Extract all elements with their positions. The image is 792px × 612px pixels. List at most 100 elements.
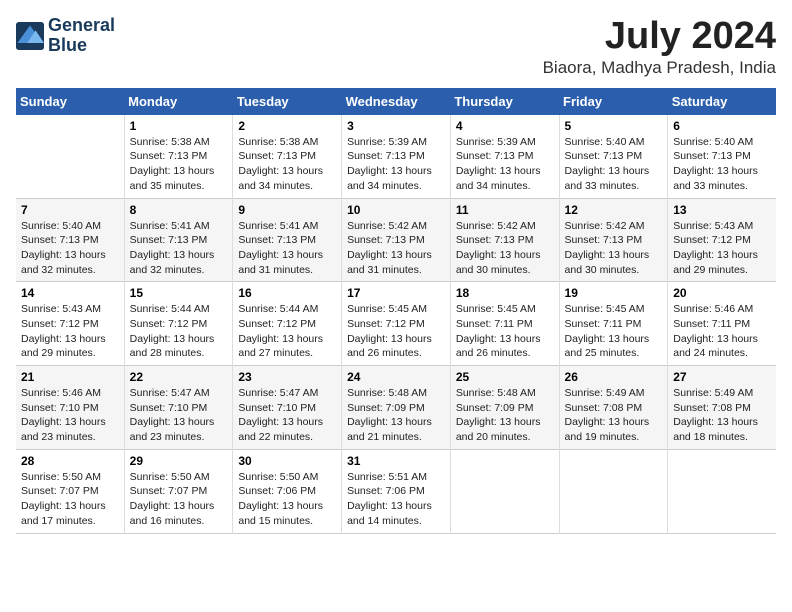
calendar-cell: 31 Sunrise: 5:51 AM Sunset: 7:06 PM Dayli… xyxy=(342,449,451,533)
day-info: Sunrise: 5:39 AM Sunset: 7:13 PM Dayligh… xyxy=(347,135,445,194)
weekday-header: Wednesday xyxy=(342,88,451,115)
day-info: Sunrise: 5:49 AM Sunset: 7:08 PM Dayligh… xyxy=(565,386,663,445)
calendar-cell: 17 Sunrise: 5:45 AM Sunset: 7:12 PM Dayli… xyxy=(342,282,451,366)
calendar-cell: 13 Sunrise: 5:43 AM Sunset: 7:12 PM Dayli… xyxy=(668,198,776,282)
day-number: 19 xyxy=(565,286,663,300)
day-number: 13 xyxy=(673,203,771,217)
day-info: Sunrise: 5:50 AM Sunset: 7:06 PM Dayligh… xyxy=(238,470,336,529)
day-info: Sunrise: 5:48 AM Sunset: 7:09 PM Dayligh… xyxy=(456,386,554,445)
day-number: 22 xyxy=(130,370,228,384)
calendar-cell: 6 Sunrise: 5:40 AM Sunset: 7:13 PM Daylig… xyxy=(668,115,776,198)
calendar-cell: 29 Sunrise: 5:50 AM Sunset: 7:07 PM Dayli… xyxy=(124,449,233,533)
calendar-week-row: 1 Sunrise: 5:38 AM Sunset: 7:13 PM Daylig… xyxy=(16,115,776,198)
calendar-cell: 15 Sunrise: 5:44 AM Sunset: 7:12 PM Dayli… xyxy=(124,282,233,366)
day-number: 14 xyxy=(21,286,119,300)
logo-text: General Blue xyxy=(48,16,115,56)
calendar-cell: 9 Sunrise: 5:41 AM Sunset: 7:13 PM Daylig… xyxy=(233,198,342,282)
calendar-cell: 26 Sunrise: 5:49 AM Sunset: 7:08 PM Dayli… xyxy=(559,366,668,450)
calendar-cell: 14Sunrise: 5:43 AM Sunset: 7:12 PM Dayli… xyxy=(16,282,124,366)
calendar-cell: 19 Sunrise: 5:45 AM Sunset: 7:11 PM Dayli… xyxy=(559,282,668,366)
calendar-cell: 25Sunrise: 5:48 AM Sunset: 7:09 PM Dayli… xyxy=(450,366,559,450)
day-info: Sunrise: 5:47 AM Sunset: 7:10 PM Dayligh… xyxy=(238,386,336,445)
day-number: 17 xyxy=(347,286,445,300)
calendar-cell xyxy=(668,449,776,533)
day-info: Sunrise: 5:50 AM Sunset: 7:07 PM Dayligh… xyxy=(130,470,228,529)
day-info: Sunrise: 5:39 AM Sunset: 7:13 PM Dayligh… xyxy=(456,135,554,194)
logo-icon xyxy=(16,22,44,50)
day-info: Sunrise: 5:38 AM Sunset: 7:13 PM Dayligh… xyxy=(238,135,336,194)
day-number: 28 xyxy=(21,454,119,468)
day-number: 24 xyxy=(347,370,445,384)
day-number: 6 xyxy=(673,119,771,133)
day-info: Sunrise: 5:48 AM Sunset: 7:09 PM Dayligh… xyxy=(347,386,445,445)
day-number: 5 xyxy=(565,119,663,133)
day-number: 12 xyxy=(565,203,663,217)
day-info: Sunrise: 5:47 AM Sunset: 7:10 PM Dayligh… xyxy=(130,386,228,445)
calendar-cell xyxy=(559,449,668,533)
day-number: 9 xyxy=(238,203,336,217)
day-number: 16 xyxy=(238,286,336,300)
day-number: 15 xyxy=(130,286,228,300)
day-info: Sunrise: 5:51 AM Sunset: 7:06 PM Dayligh… xyxy=(347,470,445,529)
day-info: Sunrise: 5:44 AM Sunset: 7:12 PM Dayligh… xyxy=(130,302,228,361)
day-number: 8 xyxy=(130,203,228,217)
calendar-cell: 21Sunrise: 5:46 AM Sunset: 7:10 PM Dayli… xyxy=(16,366,124,450)
day-info: Sunrise: 5:50 AM Sunset: 7:07 PM Dayligh… xyxy=(21,470,119,529)
day-info: Sunrise: 5:45 AM Sunset: 7:11 PM Dayligh… xyxy=(456,302,554,361)
calendar-table: SundayMondayTuesdayWednesdayThursdayFrid… xyxy=(16,88,776,534)
weekday-header: Sunday xyxy=(16,88,124,115)
day-number: 2 xyxy=(238,119,336,133)
weekday-header: Tuesday xyxy=(233,88,342,115)
day-number: 26 xyxy=(565,370,663,384)
calendar-week-row: 28 Sunrise: 5:50 AM Sunset: 7:07 PM Dayli… xyxy=(16,449,776,533)
day-number: 23 xyxy=(238,370,336,384)
calendar-cell: 22 Sunrise: 5:47 AM Sunset: 7:10 PM Dayli… xyxy=(124,366,233,450)
calendar-cell: 24 Sunrise: 5:48 AM Sunset: 7:09 PM Dayli… xyxy=(342,366,451,450)
calendar-cell: 2 Sunrise: 5:38 AM Sunset: 7:13 PM Daylig… xyxy=(233,115,342,198)
calendar-week-row: 14Sunrise: 5:43 AM Sunset: 7:12 PM Dayli… xyxy=(16,282,776,366)
calendar-week-row: 21Sunrise: 5:46 AM Sunset: 7:10 PM Dayli… xyxy=(16,366,776,450)
calendar-header-row: SundayMondayTuesdayWednesdayThursdayFrid… xyxy=(16,88,776,115)
location-subtitle: Biaora, Madhya Pradesh, India xyxy=(543,58,776,78)
calendar-cell: 5 Sunrise: 5:40 AM Sunset: 7:13 PM Daylig… xyxy=(559,115,668,198)
day-info: Sunrise: 5:45 AM Sunset: 7:12 PM Dayligh… xyxy=(347,302,445,361)
calendar-cell: 10Sunrise: 5:42 AM Sunset: 7:13 PM Dayli… xyxy=(342,198,451,282)
month-year-title: July 2024 xyxy=(543,16,776,58)
weekday-header: Friday xyxy=(559,88,668,115)
day-info: Sunrise: 5:38 AM Sunset: 7:13 PM Dayligh… xyxy=(130,135,228,194)
day-number: 1 xyxy=(130,119,228,133)
calendar-cell: 27 Sunrise: 5:49 AM Sunset: 7:08 PM Dayli… xyxy=(668,366,776,450)
calendar-cell: 28 Sunrise: 5:50 AM Sunset: 7:07 PM Dayli… xyxy=(16,449,124,533)
day-number: 31 xyxy=(347,454,445,468)
day-info: Sunrise: 5:41 AM Sunset: 7:13 PM Dayligh… xyxy=(130,219,228,278)
calendar-week-row: 7Sunrise: 5:40 AM Sunset: 7:13 PM Daylig… xyxy=(16,198,776,282)
day-number: 29 xyxy=(130,454,228,468)
calendar-cell: 7Sunrise: 5:40 AM Sunset: 7:13 PM Daylig… xyxy=(16,198,124,282)
day-info: Sunrise: 5:40 AM Sunset: 7:13 PM Dayligh… xyxy=(565,135,663,194)
calendar-cell: 16 Sunrise: 5:44 AM Sunset: 7:12 PM Dayli… xyxy=(233,282,342,366)
day-info: Sunrise: 5:42 AM Sunset: 7:13 PM Dayligh… xyxy=(565,219,663,278)
day-info: Sunrise: 5:44 AM Sunset: 7:12 PM Dayligh… xyxy=(238,302,336,361)
day-info: Sunrise: 5:49 AM Sunset: 7:08 PM Dayligh… xyxy=(673,386,771,445)
day-info: Sunrise: 5:40 AM Sunset: 7:13 PM Dayligh… xyxy=(673,135,771,194)
day-number: 30 xyxy=(238,454,336,468)
day-info: Sunrise: 5:45 AM Sunset: 7:11 PM Dayligh… xyxy=(565,302,663,361)
day-number: 18 xyxy=(456,286,554,300)
day-info: Sunrise: 5:42 AM Sunset: 7:13 PM Dayligh… xyxy=(456,219,554,278)
day-number: 27 xyxy=(673,370,771,384)
day-number: 20 xyxy=(673,286,771,300)
day-number: 3 xyxy=(347,119,445,133)
weekday-header: Saturday xyxy=(668,88,776,115)
day-number: 4 xyxy=(456,119,554,133)
calendar-cell xyxy=(16,115,124,198)
day-info: Sunrise: 5:43 AM Sunset: 7:12 PM Dayligh… xyxy=(673,219,771,278)
calendar-cell xyxy=(450,449,559,533)
calendar-cell: 30 Sunrise: 5:50 AM Sunset: 7:06 PM Dayli… xyxy=(233,449,342,533)
calendar-cell: 4 Sunrise: 5:39 AM Sunset: 7:13 PM Daylig… xyxy=(450,115,559,198)
calendar-cell: 12 Sunrise: 5:42 AM Sunset: 7:13 PM Dayli… xyxy=(559,198,668,282)
day-info: Sunrise: 5:46 AM Sunset: 7:10 PM Dayligh… xyxy=(21,386,119,445)
calendar-cell: 1 Sunrise: 5:38 AM Sunset: 7:13 PM Daylig… xyxy=(124,115,233,198)
day-info: Sunrise: 5:41 AM Sunset: 7:13 PM Dayligh… xyxy=(238,219,336,278)
calendar-cell: 23 Sunrise: 5:47 AM Sunset: 7:10 PM Dayli… xyxy=(233,366,342,450)
page-header: General Blue July 2024 Biaora, Madhya Pr… xyxy=(16,16,776,78)
